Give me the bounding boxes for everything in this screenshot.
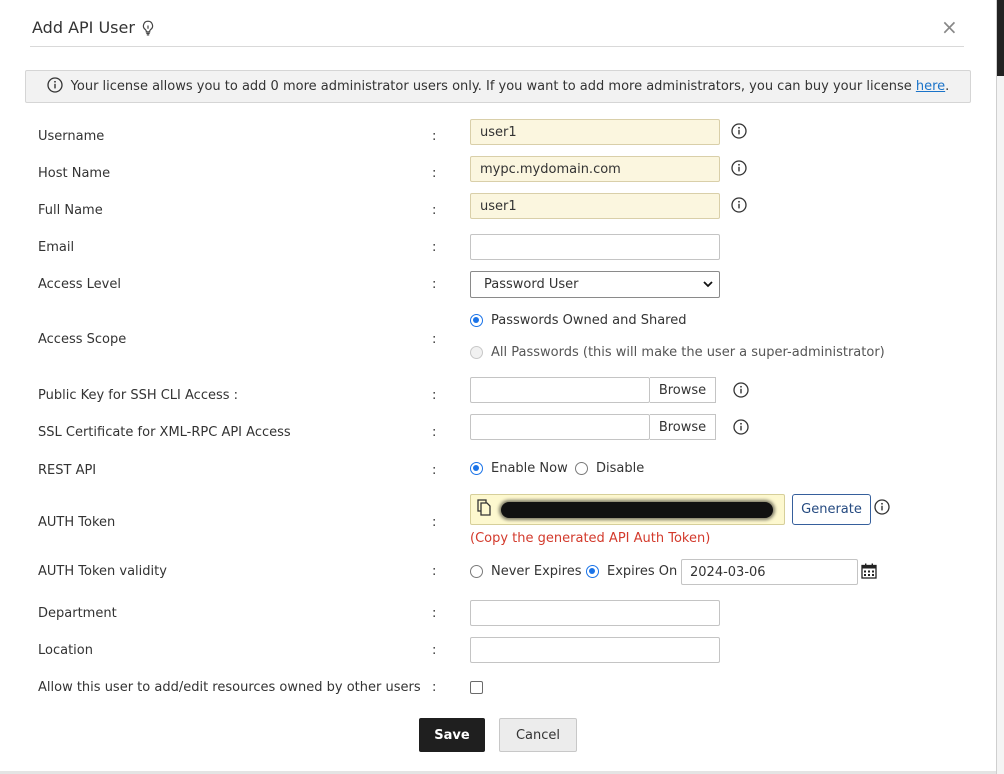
info-icon[interactable]	[874, 499, 890, 515]
location-label: Location	[38, 643, 93, 658]
colon: :	[432, 643, 437, 658]
info-icon[interactable]	[731, 160, 747, 176]
license-notice: Your license allows you to add 0 more ad…	[25, 70, 971, 103]
hostname-field[interactable]	[470, 156, 720, 182]
auth-token-note: (Copy the generated API Auth Token)	[470, 531, 711, 546]
cancel-button[interactable]: Cancel	[499, 718, 577, 752]
colon: :	[432, 388, 437, 403]
info-icon	[47, 76, 63, 97]
redacted-token	[501, 501, 773, 518]
allow-edit-checkbox[interactable]	[470, 681, 483, 694]
dialog-title: Add API User	[32, 18, 155, 37]
colon: :	[432, 166, 437, 181]
ssh-key-file-input[interactable]	[470, 377, 650, 403]
colon: :	[432, 277, 437, 292]
expiry-date-field[interactable]	[681, 559, 858, 585]
colon: :	[432, 240, 437, 255]
background-page-edge	[996, 0, 1004, 774]
info-icon[interactable]	[733, 382, 749, 398]
scope-all-passwords-radio[interactable]: All Passwords (this will make the user a…	[470, 345, 885, 360]
access-scope-label: Access Scope	[38, 332, 127, 347]
title-divider	[30, 46, 964, 47]
auth-token-label: AUTH Token	[38, 515, 116, 530]
radio-selected	[586, 565, 599, 578]
rest-api-enable-label: Enable Now	[491, 461, 568, 476]
department-field[interactable]	[470, 600, 720, 626]
license-notice-text: Your license allows you to add 0 more ad…	[70, 79, 912, 94]
radio-unselected	[575, 462, 588, 475]
scope-owned-shared-label: Passwords Owned and Shared	[491, 313, 687, 328]
radio-unselected	[470, 565, 483, 578]
colon: :	[432, 425, 437, 440]
ssl-cert-label: SSL Certificate for XML-RPC API Access	[38, 425, 291, 440]
auth-token-field[interactable]	[470, 494, 785, 525]
rest-api-disable-label: Disable	[596, 461, 645, 476]
radio-selected	[470, 462, 483, 475]
rest-api-label: REST API	[38, 463, 97, 478]
expires-on-label: Expires On	[607, 564, 678, 579]
colon: :	[432, 332, 437, 347]
access-level-selected: Password User	[484, 277, 579, 292]
dialog-title-text: Add API User	[32, 18, 135, 37]
license-notice-period: .	[945, 79, 950, 94]
copy-icon[interactable]	[477, 499, 491, 520]
colon: :	[432, 564, 437, 579]
fullname-field[interactable]	[470, 193, 720, 219]
generate-token-button[interactable]: Generate	[792, 494, 871, 525]
colon: :	[432, 515, 437, 530]
email-field[interactable]	[470, 234, 720, 260]
never-expires-radio[interactable]: Never Expires	[470, 564, 582, 579]
expires-on-radio[interactable]: Expires On	[586, 564, 677, 579]
allow-edit-label: Allow this user to add/edit resources ow…	[38, 680, 421, 695]
ssh-key-browse-button[interactable]: Browse	[650, 377, 716, 403]
info-icon[interactable]	[731, 123, 747, 139]
department-label: Department	[38, 606, 117, 621]
ssl-cert-browse-button[interactable]: Browse	[650, 414, 716, 440]
info-icon[interactable]	[731, 197, 747, 213]
never-expires-label: Never Expires	[491, 564, 582, 579]
email-label: Email	[38, 240, 75, 255]
colon: :	[432, 129, 437, 144]
ssl-cert-file-input[interactable]	[470, 414, 650, 440]
colon: :	[432, 203, 437, 218]
close-icon[interactable]: ×	[941, 16, 958, 38]
colon: :	[432, 606, 437, 621]
fullname-label: Full Name	[38, 203, 103, 218]
calendar-icon[interactable]	[861, 563, 877, 583]
rest-api-disable-radio[interactable]: Disable	[575, 461, 644, 476]
access-level-select[interactable]: Password User	[470, 271, 720, 298]
rest-api-enable-radio[interactable]: Enable Now	[470, 461, 568, 476]
background-dark-block	[997, 0, 1004, 76]
save-button[interactable]: Save	[419, 718, 485, 752]
lightbulb-icon[interactable]	[141, 20, 155, 36]
username-label: Username	[38, 129, 105, 144]
scope-all-passwords-label: All Passwords (this will make the user a…	[491, 345, 885, 360]
radio-selected	[470, 314, 483, 327]
buy-license-link[interactable]: here	[916, 79, 945, 94]
chevron-down-icon	[703, 277, 713, 292]
access-level-label: Access Level	[38, 277, 121, 292]
colon: :	[432, 680, 437, 695]
scope-owned-shared-radio[interactable]: Passwords Owned and Shared	[470, 313, 686, 328]
token-validity-label: AUTH Token validity	[38, 564, 167, 579]
username-field[interactable]	[470, 119, 720, 145]
info-icon[interactable]	[733, 419, 749, 435]
radio-unselected	[470, 346, 483, 359]
hostname-label: Host Name	[38, 166, 111, 181]
colon: :	[432, 463, 437, 478]
location-field[interactable]	[470, 637, 720, 663]
ssh-key-label: Public Key for SSH CLI Access :	[38, 388, 239, 403]
